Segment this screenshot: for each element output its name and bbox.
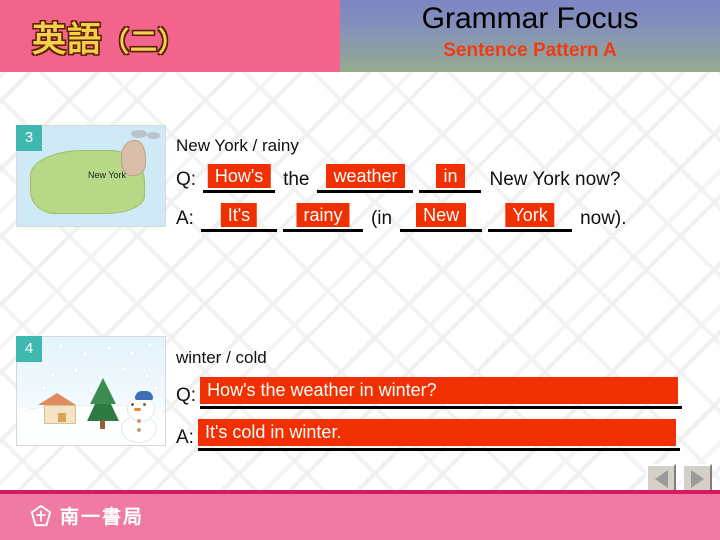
course-logo-volume: （二） [102, 27, 186, 58]
tree-trunk [99, 420, 105, 430]
answer-chip: It's [220, 203, 258, 227]
answer-chip: How's [207, 164, 271, 188]
snowman-eye [130, 402, 134, 406]
blank-a4-full[interactable]: It's cold in winter. [197, 418, 680, 451]
static-word: the [283, 169, 310, 190]
exercise-3-prompt: New York / rainy [176, 136, 299, 155]
snowflake-icon [28, 365, 35, 372]
exercise-3-answer-row: A: It's rainy (in New York now). [176, 203, 632, 232]
exercise-3-question-row: Q: How's the weather in New York now? [176, 164, 625, 193]
arrow-right-icon [690, 470, 704, 488]
snowflake-icon [49, 371, 56, 378]
snowflake-icon [120, 366, 127, 373]
snowman-button [136, 419, 141, 424]
answer-chip: New [416, 203, 467, 227]
course-logo: 英語（二） [32, 12, 186, 61]
blank-a3-1[interactable]: It's [200, 203, 277, 232]
blank-q3-1[interactable]: How's [203, 164, 276, 193]
blank-a3-4[interactable]: York [488, 203, 573, 232]
publisher-logo: 南一書局 [30, 502, 144, 529]
answer-chip: weather [326, 164, 405, 188]
slide-footer: 南一書局 [0, 490, 720, 540]
course-logo-main: 英語 [32, 20, 102, 60]
exercise-4-question-row: Q: How's the weather in winter? [176, 376, 683, 409]
answer-label: A: [176, 208, 194, 229]
static-word: (in [370, 208, 393, 229]
house-roof [37, 393, 76, 406]
slide-canvas: 英語（二） Grammar Focus Sentence Pattern A N… [0, 0, 720, 540]
page-title: Grammar Focus [421, 2, 639, 35]
snowman-eye [142, 402, 146, 406]
static-word: New York now? [489, 169, 621, 190]
answer-chip: rainy [296, 203, 350, 227]
background-pattern [0, 0, 720, 540]
exercise-4-prompt: winter / cold [176, 348, 267, 367]
question-label: Q: [176, 169, 197, 190]
cloud-icon [130, 130, 147, 138]
snowflake-icon [40, 384, 47, 391]
page-subtitle: Sentence Pattern A [443, 40, 617, 61]
blank-q3-3[interactable]: in [419, 164, 482, 193]
snowman-nose [133, 408, 141, 412]
snowman-hat [135, 391, 154, 400]
answer-label: A: [176, 427, 194, 448]
answer-chip: in [436, 164, 465, 188]
arrow-left-icon [654, 470, 668, 488]
exercise-4-answer-row: A: It's cold in winter. [176, 418, 680, 451]
slide-header: 英語（二） Grammar Focus Sentence Pattern A [0, 0, 720, 72]
publisher-emblem-icon [30, 504, 52, 526]
blank-q4-full[interactable]: How's the weather in winter? [200, 376, 683, 409]
publisher-name: 南一書局 [60, 506, 145, 528]
answer-chip: It's cold in winter. [197, 419, 676, 446]
snowflake-icon [105, 344, 112, 351]
exercise-3-number-badge: 3 [16, 125, 42, 151]
blank-q3-2[interactable]: weather [317, 164, 414, 193]
snowflake-icon [153, 384, 160, 391]
map-city-label: New York [88, 170, 127, 180]
blank-a3-3[interactable]: New [400, 203, 483, 232]
static-word: now). [580, 208, 627, 229]
answer-chip: How's the weather in winter? [200, 377, 679, 404]
pine-tree-top [89, 378, 116, 405]
snowflake-icon [144, 372, 151, 379]
snowman-button [136, 427, 141, 432]
answer-chip: York [505, 203, 555, 227]
exercise-4-number-badge: 4 [16, 336, 42, 362]
house-door [58, 412, 67, 422]
question-label: Q: [176, 385, 197, 406]
blank-a3-2[interactable]: rainy [282, 203, 363, 232]
